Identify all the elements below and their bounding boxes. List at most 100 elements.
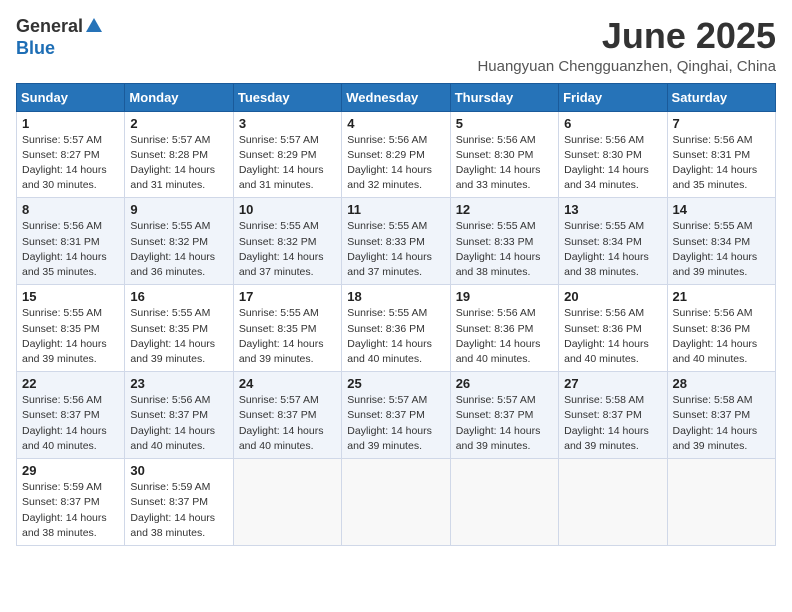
day-number: 28 [673,376,770,391]
calendar-day-cell: 24 Sunrise: 5:57 AMSunset: 8:37 PMDaylig… [233,372,341,459]
day-number: 1 [22,116,119,131]
day-info: Sunrise: 5:56 AMSunset: 8:30 PMDaylight:… [564,133,661,194]
calendar-day-cell: 9 Sunrise: 5:55 AMSunset: 8:32 PMDayligh… [125,198,233,285]
day-info: Sunrise: 5:56 AMSunset: 8:29 PMDaylight:… [347,133,444,194]
day-number: 25 [347,376,444,391]
calendar-day-cell: 30 Sunrise: 5:59 AMSunset: 8:37 PMDaylig… [125,459,233,546]
day-number: 3 [239,116,336,131]
logo: General Blue [16,16,103,58]
day-info: Sunrise: 5:55 AMSunset: 8:36 PMDaylight:… [347,306,444,367]
day-info: Sunrise: 5:56 AMSunset: 8:37 PMDaylight:… [130,393,227,454]
day-number: 14 [673,202,770,217]
calendar-week-row: 29 Sunrise: 5:59 AMSunset: 8:37 PMDaylig… [17,459,776,546]
day-number: 13 [564,202,661,217]
day-info: Sunrise: 5:56 AMSunset: 8:36 PMDaylight:… [564,306,661,367]
calendar-title: June 2025 [477,16,776,56]
day-number: 2 [130,116,227,131]
calendar-subtitle: Huangyuan Chengguanzhen, Qinghai, China [477,58,776,75]
day-number: 6 [564,116,661,131]
weekday-header-saturday: Saturday [667,83,775,111]
day-number: 4 [347,116,444,131]
day-number: 20 [564,289,661,304]
calendar-day-cell: 3 Sunrise: 5:57 AMSunset: 8:29 PMDayligh… [233,111,341,198]
day-number: 27 [564,376,661,391]
calendar-day-cell: 18 Sunrise: 5:55 AMSunset: 8:36 PMDaylig… [342,285,450,372]
weekday-header-sunday: Sunday [17,83,125,111]
weekday-header-tuesday: Tuesday [233,83,341,111]
day-number: 19 [456,289,553,304]
day-number: 17 [239,289,336,304]
calendar-day-cell: 8 Sunrise: 5:56 AMSunset: 8:31 PMDayligh… [17,198,125,285]
day-number: 9 [130,202,227,217]
day-info: Sunrise: 5:56 AMSunset: 8:37 PMDaylight:… [22,393,119,454]
calendar-day-cell [559,459,667,546]
day-number: 26 [456,376,553,391]
logo-general-text: General [16,17,83,37]
calendar-day-cell: 1 Sunrise: 5:57 AMSunset: 8:27 PMDayligh… [17,111,125,198]
calendar-day-cell: 14 Sunrise: 5:55 AMSunset: 8:34 PMDaylig… [667,198,775,285]
weekday-header-monday: Monday [125,83,233,111]
day-info: Sunrise: 5:58 AMSunset: 8:37 PMDaylight:… [564,393,661,454]
day-number: 5 [456,116,553,131]
calendar-week-row: 8 Sunrise: 5:56 AMSunset: 8:31 PMDayligh… [17,198,776,285]
calendar-day-cell: 28 Sunrise: 5:58 AMSunset: 8:37 PMDaylig… [667,372,775,459]
calendar-day-cell: 21 Sunrise: 5:56 AMSunset: 8:36 PMDaylig… [667,285,775,372]
day-info: Sunrise: 5:55 AMSunset: 8:33 PMDaylight:… [456,219,553,280]
calendar-day-cell: 7 Sunrise: 5:56 AMSunset: 8:31 PMDayligh… [667,111,775,198]
day-number: 29 [22,463,119,478]
calendar-day-cell [667,459,775,546]
day-info: Sunrise: 5:55 AMSunset: 8:35 PMDaylight:… [130,306,227,367]
day-number: 10 [239,202,336,217]
day-number: 21 [673,289,770,304]
day-info: Sunrise: 5:56 AMSunset: 8:36 PMDaylight:… [673,306,770,367]
calendar-day-cell: 26 Sunrise: 5:57 AMSunset: 8:37 PMDaylig… [450,372,558,459]
day-info: Sunrise: 5:57 AMSunset: 8:29 PMDaylight:… [239,133,336,194]
logo-icon [85,16,103,34]
calendar-day-cell: 23 Sunrise: 5:56 AMSunset: 8:37 PMDaylig… [125,372,233,459]
day-info: Sunrise: 5:56 AMSunset: 8:30 PMDaylight:… [456,133,553,194]
day-number: 7 [673,116,770,131]
day-number: 8 [22,202,119,217]
day-info: Sunrise: 5:55 AMSunset: 8:32 PMDaylight:… [239,219,336,280]
day-number: 24 [239,376,336,391]
calendar-day-cell: 6 Sunrise: 5:56 AMSunset: 8:30 PMDayligh… [559,111,667,198]
day-info: Sunrise: 5:56 AMSunset: 8:31 PMDaylight:… [673,133,770,194]
day-info: Sunrise: 5:55 AMSunset: 8:34 PMDaylight:… [673,219,770,280]
day-info: Sunrise: 5:59 AMSunset: 8:37 PMDaylight:… [130,480,227,541]
day-number: 12 [456,202,553,217]
day-info: Sunrise: 5:55 AMSunset: 8:34 PMDaylight:… [564,219,661,280]
calendar-day-cell: 22 Sunrise: 5:56 AMSunset: 8:37 PMDaylig… [17,372,125,459]
day-info: Sunrise: 5:56 AMSunset: 8:31 PMDaylight:… [22,219,119,280]
calendar-day-cell: 15 Sunrise: 5:55 AMSunset: 8:35 PMDaylig… [17,285,125,372]
day-info: Sunrise: 5:55 AMSunset: 8:35 PMDaylight:… [22,306,119,367]
day-info: Sunrise: 5:55 AMSunset: 8:33 PMDaylight:… [347,219,444,280]
calendar-day-cell: 2 Sunrise: 5:57 AMSunset: 8:28 PMDayligh… [125,111,233,198]
calendar-day-cell [233,459,341,546]
day-info: Sunrise: 5:55 AMSunset: 8:32 PMDaylight:… [130,219,227,280]
calendar-day-cell: 12 Sunrise: 5:55 AMSunset: 8:33 PMDaylig… [450,198,558,285]
calendar-week-row: 22 Sunrise: 5:56 AMSunset: 8:37 PMDaylig… [17,372,776,459]
day-info: Sunrise: 5:56 AMSunset: 8:36 PMDaylight:… [456,306,553,367]
calendar-day-cell: 13 Sunrise: 5:55 AMSunset: 8:34 PMDaylig… [559,198,667,285]
calendar-week-row: 15 Sunrise: 5:55 AMSunset: 8:35 PMDaylig… [17,285,776,372]
weekday-header-row: SundayMondayTuesdayWednesdayThursdayFrid… [17,83,776,111]
weekday-header-thursday: Thursday [450,83,558,111]
day-number: 30 [130,463,227,478]
calendar-day-cell [450,459,558,546]
calendar-day-cell: 5 Sunrise: 5:56 AMSunset: 8:30 PMDayligh… [450,111,558,198]
day-number: 15 [22,289,119,304]
calendar-day-cell: 11 Sunrise: 5:55 AMSunset: 8:33 PMDaylig… [342,198,450,285]
day-info: Sunrise: 5:59 AMSunset: 8:37 PMDaylight:… [22,480,119,541]
day-number: 11 [347,202,444,217]
calendar-day-cell: 16 Sunrise: 5:55 AMSunset: 8:35 PMDaylig… [125,285,233,372]
day-info: Sunrise: 5:55 AMSunset: 8:35 PMDaylight:… [239,306,336,367]
calendar-day-cell: 29 Sunrise: 5:59 AMSunset: 8:37 PMDaylig… [17,459,125,546]
logo-blue-text: Blue [16,39,55,59]
calendar-day-cell: 17 Sunrise: 5:55 AMSunset: 8:35 PMDaylig… [233,285,341,372]
weekday-header-friday: Friday [559,83,667,111]
calendar-day-cell: 27 Sunrise: 5:58 AMSunset: 8:37 PMDaylig… [559,372,667,459]
calendar-day-cell: 20 Sunrise: 5:56 AMSunset: 8:36 PMDaylig… [559,285,667,372]
calendar-day-cell [342,459,450,546]
day-info: Sunrise: 5:57 AMSunset: 8:37 PMDaylight:… [456,393,553,454]
day-info: Sunrise: 5:57 AMSunset: 8:37 PMDaylight:… [347,393,444,454]
